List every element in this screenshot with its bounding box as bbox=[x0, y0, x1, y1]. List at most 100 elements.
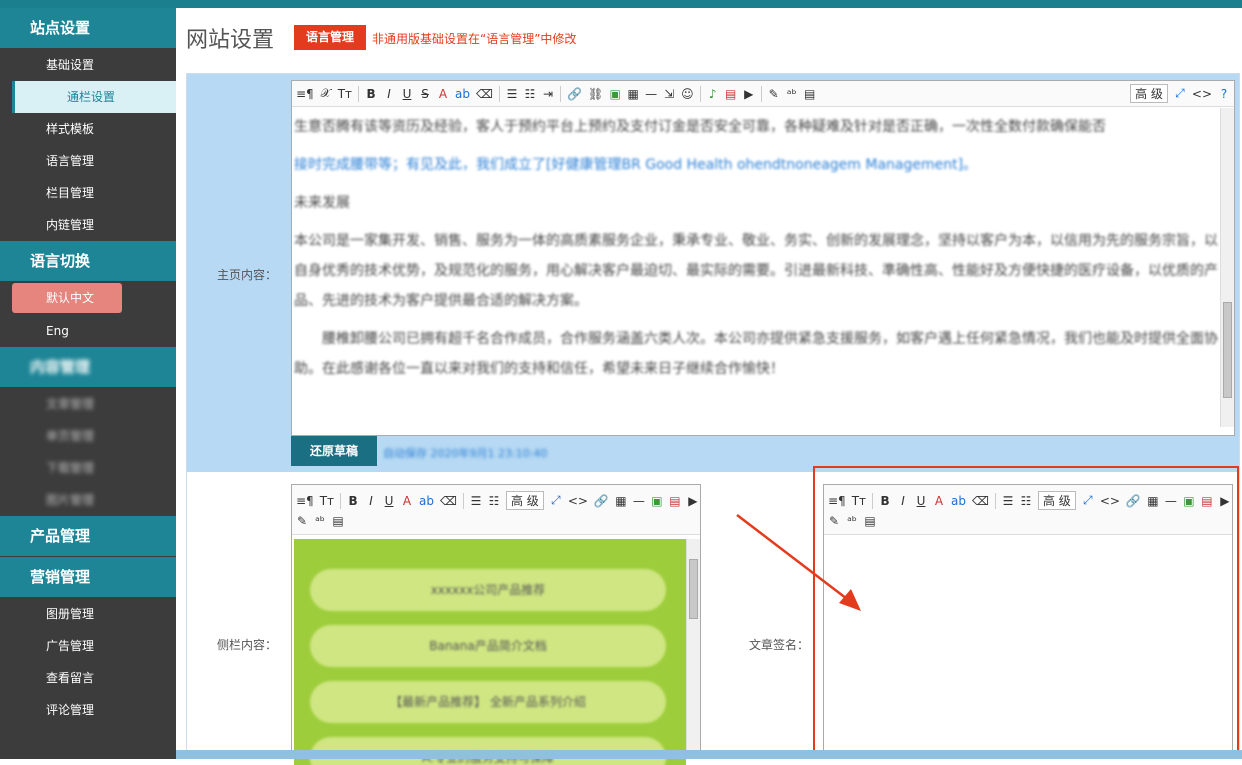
font-size-icon[interactable]: Tт bbox=[338, 87, 352, 101]
indent-icon[interactable]: ⇥ bbox=[542, 87, 554, 101]
table-icon[interactable]: ▦ bbox=[627, 87, 639, 101]
sidebar-item-articles[interactable]: 文章管理 bbox=[0, 388, 176, 420]
header-note: 非通用版基础设置在“语言管理”中修改 bbox=[372, 32, 577, 46]
font-color-icon[interactable]: A bbox=[401, 494, 413, 508]
image-icon[interactable]: ▣ bbox=[651, 494, 663, 508]
language-manage-button[interactable]: 语言管理 bbox=[294, 25, 366, 50]
highlight-icon[interactable]: ab bbox=[419, 494, 434, 508]
underline-icon[interactable]: U bbox=[401, 87, 413, 101]
home-content-editor[interactable]: ≡¶ 𝒳 Tт B I U S A ab ⌫ ☰ ☷ ⇥ 🔗 ⛓ ▣ ▦ — ⇲… bbox=[291, 80, 1235, 436]
hr-icon[interactable]: — bbox=[633, 494, 645, 508]
home-editor-toolbar: ≡¶ 𝒳 Tт B I U S A ab ⌫ ☰ ☷ ⇥ 🔗 ⛓ ▣ ▦ — ⇲… bbox=[292, 81, 1234, 107]
home-paragraph: 本公司是一家集开发、销售、服务为一体的高质素服务企业，秉承专业、敬业、务实、创新… bbox=[294, 233, 1218, 309]
spellcheck-icon[interactable]: ᵃᵇ bbox=[314, 514, 326, 528]
sidebar-item-language[interactable]: 语言管理 bbox=[0, 145, 176, 177]
flash-icon[interactable]: ▤ bbox=[669, 494, 681, 508]
clear-format-icon[interactable]: 𝒳 bbox=[320, 86, 332, 101]
align-icon[interactable]: ☰ bbox=[470, 494, 482, 508]
font-size-icon[interactable]: Tт bbox=[320, 494, 334, 508]
advanced-toggle[interactable]: 高 级 bbox=[1130, 84, 1168, 103]
side-content-body[interactable]: xxxxxx公司产品推荐 Banana产品简介文档 【最新产品推荐】 全新产品系… bbox=[294, 539, 686, 765]
emoji-icon[interactable]: ☺ bbox=[681, 87, 694, 101]
format-icon[interactable]: ≡¶ bbox=[296, 494, 314, 508]
fullscreen-icon[interactable]: ⤢ bbox=[1174, 86, 1186, 101]
sidebar-item-banner[interactable]: 通栏设置 bbox=[12, 81, 176, 113]
sidebar-section-content-label: 内容管理 bbox=[30, 358, 91, 376]
home-content-body[interactable]: 生意否腾有该等资历及经验，客人于预约平台上预约及支付订金是否安全可靠，各种疑难及… bbox=[292, 108, 1220, 427]
italic-icon[interactable]: I bbox=[365, 494, 377, 508]
sidebar-section-lang[interactable]: 语言切换 bbox=[0, 241, 176, 281]
signature-label: 文章签名： bbox=[749, 638, 810, 652]
strikethrough-icon[interactable]: S bbox=[419, 87, 431, 101]
page-header: 网站设置 语言管理 非通用版基础设置在“语言管理”中修改 bbox=[176, 8, 1242, 68]
bold-icon[interactable]: B bbox=[347, 494, 359, 508]
side-pill: xxxxxx公司产品推荐 bbox=[310, 569, 666, 611]
template-icon[interactable]: ▤ bbox=[804, 87, 816, 101]
scroll-thumb[interactable] bbox=[1223, 302, 1232, 398]
source-icon[interactable]: <> bbox=[568, 494, 588, 508]
home-content-row: 主页内容： ≡¶ 𝒳 Tт B I U S A ab ⌫ ☰ ☷ ⇥ 🔗 ⛓ ▣… bbox=[187, 74, 1239, 472]
link-icon[interactable]: 🔗 bbox=[594, 494, 609, 508]
sidebar-item-lang-en[interactable]: Eng bbox=[0, 315, 176, 347]
music-icon[interactable]: ♪ bbox=[707, 87, 719, 101]
side-content-editor[interactable]: ≡¶ Tт B I U A ab ⌫ ☰ ☷ 高 级 ⤢ <> 🔗 ▦ — ▣ … bbox=[291, 484, 701, 765]
underline-icon[interactable]: U bbox=[383, 494, 395, 508]
fullscreen-icon[interactable]: ⤢ bbox=[550, 493, 562, 508]
sidebar-item-album[interactable]: 图册管理 bbox=[0, 598, 176, 630]
side-content-label: 侧栏内容： bbox=[217, 638, 278, 652]
page-title: 网站设置 bbox=[186, 28, 275, 53]
eraser-icon[interactable]: ⌫ bbox=[476, 87, 493, 101]
italic-icon[interactable]: I bbox=[383, 87, 395, 101]
side-editor-scrollbar[interactable] bbox=[686, 539, 700, 753]
link-icon[interactable]: 🔗 bbox=[567, 87, 582, 101]
sidebar-section-marketing[interactable]: 营销管理 bbox=[0, 557, 176, 597]
pagebreak-icon[interactable]: ⇲ bbox=[663, 87, 675, 101]
font-color-icon[interactable]: A bbox=[437, 87, 449, 101]
restore-draft-button[interactable]: 还原草稿 bbox=[291, 436, 377, 466]
home-editor-scrollbar[interactable] bbox=[1220, 108, 1234, 427]
sidebar-item-links[interactable]: 内链管理 bbox=[0, 209, 176, 241]
list-icon[interactable]: ☷ bbox=[488, 494, 500, 508]
sidebar-item-ads[interactable]: 广告管理 bbox=[0, 630, 176, 662]
sidebar-section-content[interactable]: 内容管理 bbox=[0, 347, 176, 387]
spellcheck-icon[interactable]: ᵃᵇ bbox=[786, 87, 798, 101]
brush-icon[interactable]: ✎ bbox=[296, 514, 308, 528]
home-paragraph: 接时完成腰带等；有见及此，我们成立了[好健康管理BR Good Health o… bbox=[294, 157, 978, 173]
sidebar-item-comments[interactable]: 评论管理 bbox=[0, 694, 176, 726]
sidebar-section-site[interactable]: 站点设置 bbox=[0, 8, 176, 48]
format-icon[interactable]: ≡¶ bbox=[296, 87, 314, 101]
restore-meta: 自动保存 2020年9月1 23:10:40 bbox=[383, 447, 548, 460]
highlight-icon[interactable]: ab bbox=[455, 87, 470, 101]
scroll-thumb[interactable] bbox=[689, 559, 698, 619]
advanced-toggle[interactable]: 高 级 bbox=[505, 491, 544, 510]
eraser-icon[interactable]: ⌫ bbox=[440, 494, 457, 508]
brush-icon[interactable]: ✎ bbox=[768, 87, 780, 101]
help-icon[interactable]: ? bbox=[1218, 87, 1230, 101]
table-icon[interactable]: ▦ bbox=[615, 494, 627, 508]
video-icon[interactable]: ▶ bbox=[687, 494, 699, 508]
hr-icon[interactable]: — bbox=[645, 87, 657, 101]
list-icon[interactable]: ☷ bbox=[524, 87, 536, 101]
sidebar-section-products[interactable]: 产品管理 bbox=[0, 516, 176, 556]
flash-icon[interactable]: ▤ bbox=[725, 87, 737, 101]
annotation-highlight-box bbox=[813, 466, 1239, 758]
home-content-label: 主页内容： bbox=[217, 268, 278, 282]
sidebar-item-downloads[interactable]: 下载管理 bbox=[0, 452, 176, 484]
sidebar-item-basic[interactable]: 基础设置 bbox=[0, 49, 176, 81]
align-icon[interactable]: ☰ bbox=[506, 87, 518, 101]
source-icon[interactable]: <> bbox=[1192, 87, 1212, 101]
image-icon[interactable]: ▣ bbox=[609, 87, 621, 101]
sidebar-item-lang-zh[interactable]: 默认中文 bbox=[12, 283, 122, 313]
video-icon[interactable]: ▶ bbox=[743, 87, 755, 101]
unlink-icon[interactable]: ⛓ bbox=[588, 87, 603, 101]
bold-icon[interactable]: B bbox=[365, 87, 377, 101]
sidebar: 站点设置 基础设置 通栏设置 样式模板 语言管理 栏目管理 内链管理 语言切换 … bbox=[0, 8, 176, 759]
sidebar-item-template[interactable]: 样式模板 bbox=[0, 113, 176, 145]
sidebar-item-images[interactable]: 图片管理 bbox=[0, 484, 176, 516]
side-pill: Banana产品简介文档 bbox=[310, 625, 666, 667]
template-icon[interactable]: ▤ bbox=[332, 514, 344, 528]
sidebar-item-pages[interactable]: 单页管理 bbox=[0, 420, 176, 452]
side-pill: 【最新产品推荐】 全新产品系列介绍 bbox=[310, 681, 666, 723]
sidebar-item-columns[interactable]: 栏目管理 bbox=[0, 177, 176, 209]
sidebar-item-messages[interactable]: 查看留言 bbox=[0, 662, 176, 694]
